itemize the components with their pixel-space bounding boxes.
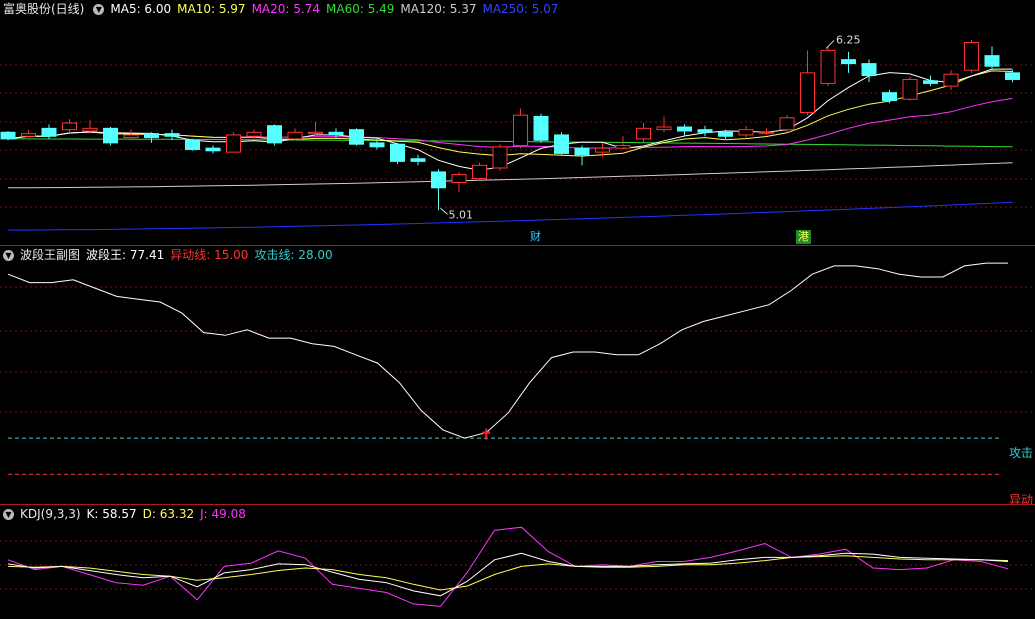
attack-line-label: 攻击 [1008,446,1033,460]
bodun-legend-item-1: 异动线: 15.00 [170,248,249,262]
main-pane-header: 富奥股份(日线) ▼ MA5: 6.00 MA10: 5.97 MA20: 5.74… [0,0,571,18]
candle-up [943,73,959,87]
candle-up [513,114,528,147]
bodun-title: 波段王副图 [20,248,81,262]
bodun-pane-header: ▼ 波段王副图 波段王: 77.41 异动线: 15.00 攻击线: 28.00 [0,246,345,264]
candle-down [349,129,364,145]
ma60-line [8,138,1013,148]
bodun-legend-item-2: 攻击线: 28.00 [254,248,333,262]
candle-down [144,133,159,139]
kdj-j-line [7,526,1009,607]
candle-down [185,139,200,150]
candle-down [923,80,938,84]
kdj-pane-header: ▼ KDJ(9,3,3) K: 58.57 D: 63.32 J: 49.08 [0,505,258,523]
candle-up [82,127,98,132]
ma-legend-item-2: MA20: 5.74 [251,2,320,16]
bodun-pane-toggle-icon[interactable]: ▼ [3,249,14,261]
candle-up [451,174,467,184]
candle-down [1005,72,1020,80]
kdj-k-line [7,552,1009,597]
candle-up [759,131,774,134]
candle-down [984,55,1000,67]
ma-legend-item-5: MA250: 5.07 [482,2,559,16]
ma250-line [7,201,1013,231]
candle-up [472,164,487,180]
candle-up [656,126,672,131]
bodun-legend-item-0: 波段王: 77.41 [86,248,165,262]
ma120-line [7,162,1013,189]
candle-up [636,127,651,140]
kdj-legend-item-0: K: 58.57 [86,507,137,521]
candle-up [738,129,754,136]
ma-legend-item-3: MA60: 5.49 [326,2,395,16]
candle-down [841,59,856,65]
high-arrow-icon [825,40,835,49]
candle-down [267,125,282,144]
kdj-legend: K: 58.57 D: 63.32 J: 49.08 [87,505,252,523]
ma-legend-item-4: MA120: 5.37 [400,2,477,16]
candle-down [369,142,385,148]
bodun-indicator-pane[interactable]: ▼ 波段王副图 波段王: 77.41 异动线: 15.00 攻击线: 28.00 攻… [0,246,1035,507]
kdj-legend-item-2: J: 49.08 [200,507,246,521]
candle-down [574,147,590,156]
bodun-legend: 波段王: 77.41 异动线: 15.00 攻击线: 28.00 [86,246,339,264]
candle-up [964,41,979,71]
main-pane-toggle-icon[interactable]: ▼ [93,3,105,15]
high-price-label: 6.25 [836,33,861,46]
candle-up [287,131,303,140]
candle-up [21,133,36,137]
candle-down [718,131,733,137]
candle-up [246,131,262,137]
candle-down [861,63,877,76]
kdj-title: KDJ(9,3,3) [20,507,81,521]
kdj-indicator-pane[interactable]: ▼ KDJ(9,3,3) K: 58.57 D: 63.32 J: 49.08 [0,505,1035,619]
main-chart-pane[interactable]: 富奥股份(日线) ▼ MA5: 6.00 MA10: 5.97 MA20: 5.74… [0,0,1035,245]
kdj-d-line [7,555,1009,591]
bodun-line [7,262,1008,439]
candle-up [800,72,815,113]
candle-up [595,147,610,153]
hk-connect-marker[interactable]: 港 [796,230,811,244]
ma-legend: MA5: 6.00 MA10: 5.97 MA20: 5.74 MA60: 5.49 M… [110,0,564,18]
candle-up [62,122,77,131]
kdj-legend-item-1: D: 63.32 [142,507,195,521]
candle-down [205,147,221,152]
candle-down [328,131,344,136]
low-price-label: 5.01 [449,208,474,221]
candle-down [677,126,692,132]
candle-down [533,115,549,141]
ma-legend-item-0: MA5: 6.00 [110,2,172,16]
candle-down [41,127,57,137]
candle-up [820,49,836,84]
finance-marker[interactable]: 财 [528,230,543,244]
candle-up [902,78,918,100]
candle-up [308,131,323,135]
candle-up [779,117,795,131]
candle-down [164,133,180,137]
candlestick-chart[interactable]: 6.25 5.01 [0,0,1035,245]
candle-up [615,145,631,149]
candle-down [0,131,16,140]
low-arrow-icon [440,207,448,215]
ma10-line [7,70,1013,157]
candle-up [226,134,241,153]
stock-title: 富奥股份(日线) [3,2,85,16]
candle-down [554,134,569,154]
candle-down [882,92,897,102]
candle-up [123,134,139,139]
candle-down [431,171,446,189]
candle-up [492,146,508,169]
candle-down [390,143,405,162]
candle-down [103,127,118,144]
candle-down [410,158,426,162]
candle-down [697,129,713,133]
bodun-chart[interactable] [0,246,1035,504]
ma-legend-item-1: MA10: 5.97 [177,2,246,16]
kdj-pane-toggle-icon[interactable]: ▼ [3,508,14,520]
